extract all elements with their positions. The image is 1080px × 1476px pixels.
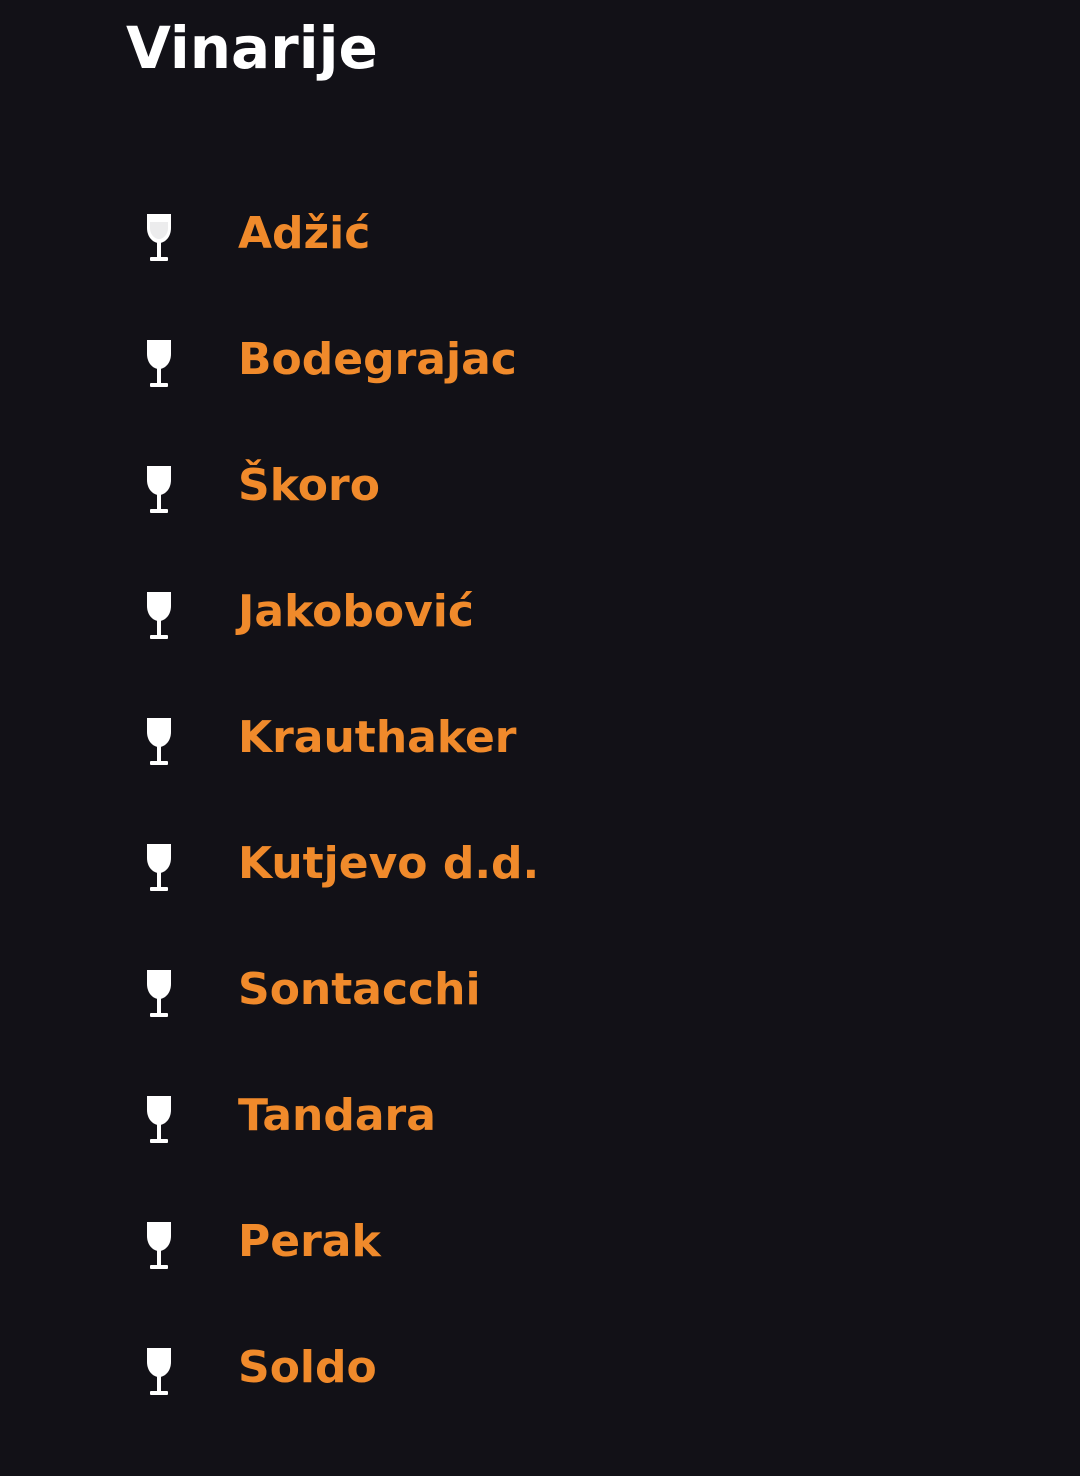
list-item[interactable]: Bodegrajac bbox=[0, 297, 1080, 423]
wine-glass-icon bbox=[143, 1094, 175, 1146]
list-item[interactable]: Adžić bbox=[0, 171, 1080, 297]
wine-glass-icon bbox=[143, 1220, 175, 1272]
winery-label: Bodegrajac bbox=[238, 334, 517, 385]
wine-glass-icon bbox=[143, 1346, 175, 1398]
winery-label: Perak bbox=[238, 1216, 381, 1267]
winery-list: Adžić Bodegrajac Škoro Jakobović Krautha… bbox=[0, 171, 1080, 1431]
winery-label: Soldo bbox=[238, 1342, 377, 1393]
list-item[interactable]: Tandara bbox=[0, 1053, 1080, 1179]
wine-glass-icon bbox=[143, 338, 175, 390]
wine-glass-icon bbox=[143, 968, 175, 1020]
list-item[interactable]: Jakobović bbox=[0, 549, 1080, 675]
winery-label: Krauthaker bbox=[238, 712, 517, 763]
wine-glass-icon bbox=[143, 464, 175, 516]
list-item[interactable]: Perak bbox=[0, 1179, 1080, 1305]
winery-label: Kutjevo d.d. bbox=[238, 838, 540, 889]
winery-label: Sontacchi bbox=[238, 964, 481, 1015]
list-item[interactable]: Sontacchi bbox=[0, 927, 1080, 1053]
list-item[interactable]: Kutjevo d.d. bbox=[0, 801, 1080, 927]
wine-glass-icon bbox=[143, 590, 175, 642]
wineries-page: Vinarije Adžić Bodegrajac Škoro Jakobovi… bbox=[0, 0, 1080, 1476]
winery-label: Jakobović bbox=[238, 586, 474, 637]
wine-glass-icon bbox=[143, 212, 175, 264]
list-item[interactable]: Krauthaker bbox=[0, 675, 1080, 801]
wine-glass-icon bbox=[143, 842, 175, 894]
page-title: Vinarije bbox=[126, 14, 378, 82]
wine-glass-icon bbox=[143, 716, 175, 768]
winery-label: Adžić bbox=[238, 208, 371, 259]
list-item[interactable]: Škoro bbox=[0, 423, 1080, 549]
winery-label: Škoro bbox=[238, 460, 380, 511]
list-item[interactable]: Soldo bbox=[0, 1305, 1080, 1431]
winery-label: Tandara bbox=[238, 1090, 436, 1141]
